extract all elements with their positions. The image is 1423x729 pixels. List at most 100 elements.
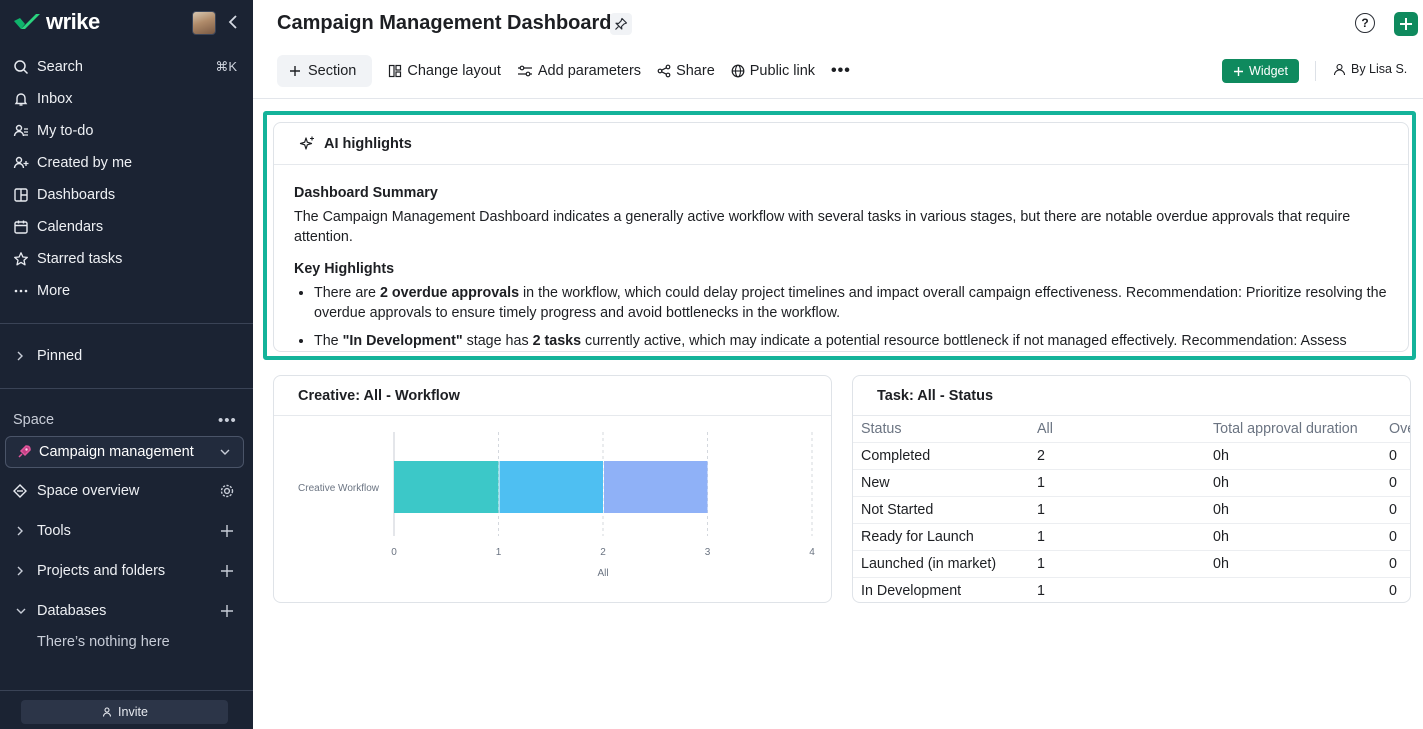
logo[interactable]: wrike — [12, 9, 100, 35]
sidebar-item-inbox[interactable]: Inbox — [0, 83, 253, 115]
table-row[interactable]: Launched (in market) 1 0h 0 — [853, 551, 1410, 578]
column-header[interactable]: Status — [861, 421, 902, 437]
chevron-right-icon — [15, 565, 29, 577]
sidebar-item-space-overview[interactable]: Space overview — [0, 475, 253, 507]
sidebar-item-dashboards[interactable]: Dashboards — [0, 179, 253, 211]
avatar[interactable] — [192, 11, 216, 35]
x-tick-label: 2 — [600, 547, 606, 558]
ai-highlights-widget[interactable]: AI highlights Dashboard Summary The Camp… — [273, 122, 1409, 352]
sidebar-item-pinned[interactable]: Pinned — [0, 340, 253, 372]
dashboard-icon — [12, 186, 30, 204]
highlight-emphasis: 2 overdue approvals — [379, 285, 520, 301]
sidebar-item-calendars[interactable]: Calendars — [0, 211, 253, 243]
summary-heading: Dashboard Summary — [294, 185, 438, 201]
sidebar-item-databases[interactable]: Databases — [0, 595, 253, 627]
widget-header: AI highlights — [274, 123, 1408, 165]
widget-header: Creative: All - Workflow — [274, 376, 831, 416]
chevron-left-icon — [228, 15, 237, 29]
help-icon[interactable]: ? — [1355, 13, 1375, 33]
chevron-down-icon — [220, 449, 230, 455]
x-tick-label: 4 — [809, 547, 815, 558]
invite-button[interactable]: Invite — [21, 700, 228, 724]
column-header[interactable]: Total approval duration — [1213, 421, 1358, 437]
logo-text: wrike — [46, 9, 100, 34]
highlight-text: currently active, which may indicate a p… — [581, 333, 1347, 349]
gear-icon[interactable] — [219, 483, 235, 499]
user-add-icon — [102, 707, 112, 717]
status-table: Status All Total approval duration Ove C… — [853, 416, 1410, 602]
databases-empty-text: There’s nothing here — [37, 634, 170, 650]
table-row[interactable]: New 1 0h 0 — [853, 470, 1410, 497]
user-icon — [1333, 63, 1346, 75]
space-overview-label: Space overview — [37, 483, 140, 499]
column-header[interactable]: All — [1037, 421, 1053, 437]
more-dots-icon: ••• — [831, 62, 851, 79]
table-cell: 1 — [1037, 556, 1045, 572]
sidebar-item-label: Starred tasks — [37, 251, 123, 267]
sidebar-item-more[interactable]: More — [0, 275, 253, 307]
overview-icon — [12, 483, 30, 499]
share-icon — [657, 64, 671, 78]
sidebar-item-projects-and-folders[interactable]: Projects and folders — [0, 555, 253, 587]
highlights-list: There are 2 overdue approvals in the wor… — [294, 283, 1388, 351]
widget-title: AI highlights — [324, 135, 412, 152]
table-cell: Launched (in market) — [861, 556, 997, 572]
sidebar-item-tools[interactable]: Tools — [0, 515, 253, 547]
share-button[interactable]: Share — [657, 63, 715, 79]
more-options-button[interactable]: ••• — [831, 62, 851, 80]
add-tool-icon[interactable] — [219, 523, 235, 539]
create-new-button[interactable] — [1394, 12, 1418, 36]
sidebar-item-search[interactable]: Search ⌘K — [0, 51, 253, 83]
sidebar-item-label: Created by me — [37, 155, 133, 171]
list-item: The "In Development" stage has 2 tasks c… — [314, 331, 1388, 351]
invite-label: Invite — [118, 705, 148, 719]
space-selector[interactable]: Campaign management — [5, 436, 244, 468]
collapse-sidebar-button[interactable] — [225, 12, 241, 32]
sidebar-item-starred-tasks[interactable]: Starred tasks — [0, 243, 253, 275]
dashboard-toolbar: Section Change layout Add parameters Sha… — [277, 55, 867, 87]
table-cell: 0 — [1389, 448, 1397, 464]
table-row[interactable]: Not Started 1 0h 0 — [853, 497, 1410, 524]
share-label: Share — [676, 63, 715, 79]
public-link-button[interactable]: Public link — [731, 63, 815, 79]
sidebar-item-label: Dashboards — [37, 187, 116, 203]
sidebar-item-my-todo[interactable]: My to-do — [0, 115, 253, 147]
pin-icon — [615, 17, 628, 30]
pin-button[interactable] — [610, 13, 632, 35]
table-row[interactable]: Completed 2 0h 0 — [853, 443, 1410, 470]
workflow-chart-widget[interactable]: Creative: All - Workflow 0 1 2 3 4 Creative W… — [273, 375, 832, 603]
layout-icon — [389, 64, 402, 78]
table-cell: 1 — [1037, 475, 1045, 491]
add-database-icon[interactable] — [219, 603, 235, 619]
add-widget-button[interactable]: Widget — [1222, 59, 1299, 83]
status-table-widget[interactable]: Task: All - Status Status All Total appr… — [852, 375, 1411, 603]
table-cell: 0h — [1213, 448, 1229, 464]
widget-header: Task: All - Status — [853, 376, 1410, 416]
add-parameters-label: Add parameters — [537, 63, 642, 79]
plus-icon — [1400, 18, 1412, 30]
widget-title: Task: All - Status — [877, 387, 994, 404]
add-parameters-button[interactable]: Add parameters — [517, 63, 641, 79]
owner-button[interactable]: By Lisa S. — [1333, 62, 1407, 76]
y-category-label: Creative Workflow — [298, 483, 380, 494]
wrike-check-icon — [14, 14, 40, 29]
space-options-button[interactable]: ••• — [218, 412, 237, 429]
key-highlights-heading: Key Highlights — [294, 261, 395, 277]
x-tick-label: 1 — [496, 547, 502, 558]
change-layout-button[interactable]: Change layout — [388, 63, 501, 79]
section-label: Section — [308, 63, 357, 79]
table-cell: 0h — [1213, 502, 1229, 518]
search-icon — [12, 58, 30, 76]
table-row[interactable]: Ready for Launch 1 0h 0 — [853, 524, 1410, 551]
highlight-text: stage has — [462, 333, 533, 349]
table-cell: 0 — [1389, 502, 1397, 518]
add-project-icon[interactable] — [219, 563, 235, 579]
sidebar-item-label: My to-do — [37, 123, 94, 139]
list-item: There are 2 overdue approvals in the wor… — [314, 283, 1388, 323]
public-link-label: Public link — [749, 63, 816, 79]
sidebar-item-created-by-me[interactable]: Created by me — [0, 147, 253, 179]
column-header[interactable]: Ove — [1389, 421, 1410, 437]
x-axis-label: All — [597, 568, 608, 579]
table-row[interactable]: In Development 1 0 — [853, 578, 1410, 602]
add-section-button[interactable]: Section — [277, 55, 373, 87]
